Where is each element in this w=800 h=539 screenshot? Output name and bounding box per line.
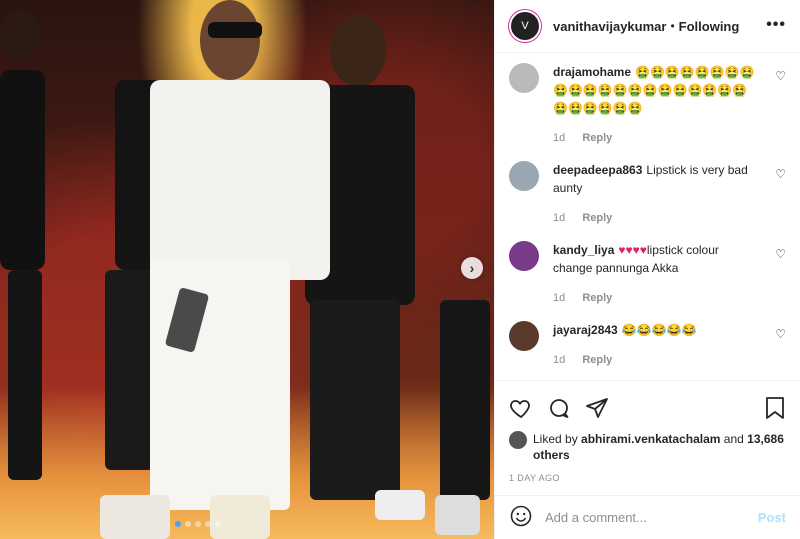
like-comment-heart-icon[interactable]: ♡ [775, 167, 786, 181]
reply-button[interactable]: Reply [582, 212, 612, 224]
commenter-avatar[interactable] [509, 161, 539, 191]
post-header: V vanithavijaykumar • Following ••• [495, 0, 800, 53]
comment-text: 😂😂😂😂😂 [621, 323, 697, 337]
like-comment-heart-icon[interactable]: ♡ [775, 69, 786, 83]
comment-item: deepadeepa863 Lipstick is very bad aunty … [509, 161, 786, 227]
add-comment-bar: Add a comment... Post [495, 495, 800, 539]
commenter-username[interactable]: deepadeepa863 [553, 163, 642, 177]
post-timestamp[interactable]: 1 DAY AGO [509, 473, 786, 483]
header-separator: • [670, 19, 675, 33]
like-comment-heart-icon[interactable]: ♡ [775, 327, 786, 341]
liker-username[interactable]: abhirami.venkatachalam [581, 432, 720, 446]
commenter-username[interactable]: kandy_liya [553, 243, 614, 257]
share-paper-plane-icon[interactable] [585, 396, 609, 423]
carousel-dot [215, 521, 221, 527]
emoji-smile-icon[interactable] [509, 504, 533, 531]
comments-list[interactable]: drajamohame 🤮🤮🤮🤮🤮🤮🤮🤮🤮🤮🤮🤮🤮🤮🤮🤮🤮🤮🤮🤮🤮🤮🤮🤮🤮🤮🤮 1… [495, 53, 800, 380]
like-comment-heart-icon[interactable]: ♡ [775, 247, 786, 261]
comment-time[interactable]: 1d [553, 354, 565, 366]
liker-avatar[interactable] [509, 431, 527, 449]
post-comment-button[interactable]: Post [758, 510, 786, 525]
more-options-icon[interactable]: ••• [766, 16, 786, 34]
commenter-avatar[interactable] [509, 241, 539, 271]
liked-and: and [723, 432, 744, 446]
reply-button[interactable]: Reply [582, 132, 612, 144]
comment-item: drajamohame 🤮🤮🤮🤮🤮🤮🤮🤮🤮🤮🤮🤮🤮🤮🤮🤮🤮🤮🤮🤮🤮🤮🤮🤮🤮🤮🤮 1… [509, 63, 786, 147]
likes-summary: Liked by abhirami.venkatachalam and 13,6… [509, 431, 786, 463]
reply-button[interactable]: Reply [582, 354, 612, 366]
red-hearts-emoji: ♥♥♥♥ [618, 243, 647, 257]
comment-time[interactable]: 1d [553, 292, 565, 304]
author-avatar[interactable]: V [509, 10, 541, 42]
dancer-far-right [430, 300, 494, 539]
carousel-dot [185, 521, 191, 527]
comment-item: jayaraj2843 😂😂😂😂😂 1d Reply ♡ [509, 321, 786, 369]
post-actions: Liked by abhirami.venkatachalam and 13,6… [495, 380, 800, 495]
following-button[interactable]: Following [679, 19, 740, 34]
carousel-dot [205, 521, 211, 527]
commenter-username[interactable]: jayaraj2843 [553, 323, 618, 337]
liked-by-prefix: Liked by [533, 432, 578, 446]
post-photo[interactable]: › [0, 0, 494, 539]
carousel-indicator [175, 521, 221, 527]
performer-white-suit [100, 0, 330, 539]
comment-input[interactable]: Add a comment... [545, 510, 758, 525]
post-sidebar: V vanithavijaykumar • Following ••• draj… [494, 0, 800, 539]
comment-time[interactable]: 1d [553, 212, 565, 224]
instagram-post: › V vanithavijaykumar • Following ••• dr… [0, 0, 800, 539]
author-username[interactable]: vanithavijaykumar [553, 19, 666, 34]
commenter-username[interactable]: drajamohame [553, 65, 631, 79]
comment-item: kandy_liya ♥♥♥♥lipstick colour change pan… [509, 241, 786, 307]
like-heart-icon[interactable] [509, 396, 533, 423]
commenter-avatar[interactable] [509, 321, 539, 351]
comment-bubble-icon[interactable] [547, 396, 571, 423]
action-icons-row [509, 389, 786, 429]
carousel-next-button[interactable]: › [461, 257, 483, 279]
comment-time[interactable]: 1d [553, 132, 565, 144]
commenter-avatar[interactable] [509, 63, 539, 93]
dancer-left [0, 10, 60, 490]
carousel-dot [175, 521, 181, 527]
chevron-right-icon: › [469, 260, 475, 276]
bookmark-icon[interactable] [764, 396, 786, 423]
carousel-dot [195, 521, 201, 527]
reply-button[interactable]: Reply [582, 292, 612, 304]
